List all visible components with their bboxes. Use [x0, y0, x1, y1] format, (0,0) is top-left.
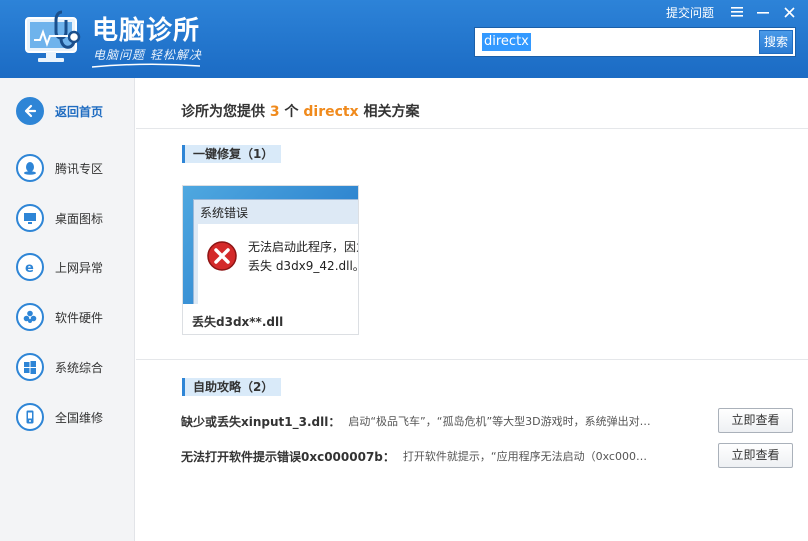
- view-now-button[interactable]: 立即查看: [718, 408, 793, 433]
- sidebar-item-software-hardware[interactable]: 软件硬件: [16, 302, 131, 332]
- windows-icon: [16, 353, 44, 381]
- back-arrow-icon: [16, 97, 44, 125]
- sidebar-item-label: 腾讯专区: [55, 161, 104, 176]
- guide-title: 无法打开软件提示错误0xc000007b：: [181, 449, 395, 464]
- result-count: 3: [269, 104, 280, 120]
- sidebar-item-network[interactable]: e 上网异常: [16, 252, 131, 282]
- sidebar-item-label: 返回首页: [55, 104, 104, 119]
- search-button[interactable]: 搜索: [759, 30, 793, 54]
- dialog-body: 无法启动此程序，因为 丢失 d3dx9_42.dll。: [198, 224, 358, 304]
- error-screenshot-thumbnail: 系统错误 无法启动此程序，因为 丢失 d3dx9_42.dll。: [183, 186, 358, 304]
- dialog-message-line1: 无法启动此程序，因为: [248, 240, 358, 254]
- phone-icon: [16, 403, 44, 431]
- guides-section-label: 自助攻略（2）: [182, 378, 282, 396]
- app-logo-icon: [22, 10, 84, 66]
- sidebar-item-desktop[interactable]: 桌面图标: [16, 203, 131, 233]
- puzzle-icon: [16, 303, 44, 331]
- divider: [136, 128, 808, 129]
- result-keyword: directx: [303, 104, 359, 120]
- error-icon: [207, 241, 237, 271]
- dialog-message-line2: 丢失 d3dx9_42.dll。: [248, 259, 358, 273]
- sidebar-item-label: 桌面图标: [55, 211, 104, 226]
- quick-fix-card[interactable]: 系统错误 无法启动此程序，因为 丢失 d3dx9_42.dll。 丢失d3dx*…: [182, 185, 359, 335]
- close-icon[interactable]: [780, 3, 798, 21]
- sidebar-item-label: 软件硬件: [55, 310, 104, 325]
- sidebar-item-repair[interactable]: 全国维修: [16, 402, 131, 432]
- sidebar-item-label: 上网异常: [55, 260, 104, 275]
- sidebar: 返回首页 腾讯专区 桌面图标 e 上网异常 软件硬件 系统综合 全国维修: [0, 78, 135, 541]
- ie-browser-icon: e: [16, 253, 44, 281]
- sidebar-item-system[interactable]: 系统综合: [16, 352, 131, 382]
- sidebar-item-tencent[interactable]: 腾讯专区: [16, 153, 131, 183]
- sidebar-item-label: 系统综合: [55, 360, 104, 375]
- feedback-link[interactable]: 提交问题: [666, 4, 714, 21]
- qq-penguin-icon: [16, 154, 44, 182]
- quick-fix-section-label: 一键修复（1）: [182, 145, 282, 163]
- logo-swoosh: [92, 63, 200, 68]
- guide-item: 缺少或丢失xinput1_3.dll： 启动“极品飞车”，“孤岛危机”等大型3D…: [181, 408, 793, 434]
- guide-title: 缺少或丢失xinput1_3.dll：: [181, 414, 341, 429]
- window-controls: 提交问题: [666, 3, 798, 21]
- dialog-title: 系统错误: [200, 206, 249, 220]
- main-content: 诊所为您提供 3 个 directx 相关方案 一键修复（1） 系统错误 无法启…: [136, 78, 808, 541]
- result-heading: 诊所为您提供 3 个 directx 相关方案: [181, 101, 420, 121]
- result-prefix: 诊所为您提供: [181, 104, 265, 120]
- result-suffix: 相关方案: [363, 104, 420, 120]
- minimize-icon[interactable]: [754, 3, 772, 21]
- app-header: 电脑诊所 电脑问题 轻松解决 提交问题 directx 搜索: [0, 0, 808, 78]
- error-dialog-preview: 系统错误 无法启动此程序，因为 丢失 d3dx9_42.dll。: [193, 199, 358, 304]
- app-subtitle: 电脑问题 轻松解决: [93, 48, 202, 62]
- menu-icon[interactable]: [728, 3, 746, 21]
- result-middle: 个: [284, 104, 299, 120]
- svg-text:e: e: [25, 261, 34, 275]
- divider: [136, 359, 808, 360]
- sidebar-item-label: 全国维修: [55, 410, 104, 425]
- search-input[interactable]: [478, 32, 758, 52]
- guide-item: 无法打开软件提示错误0xc000007b： 打开软件就提示，“应用程序无法启动（…: [181, 443, 793, 469]
- app-title: 电脑诊所: [92, 16, 201, 46]
- sidebar-item-home[interactable]: 返回首页: [16, 96, 131, 126]
- monitor-icon: [16, 204, 44, 232]
- search-box: directx 搜索: [474, 27, 796, 57]
- card-caption: 丢失d3dx**.dll: [192, 315, 284, 329]
- view-now-button[interactable]: 立即查看: [718, 443, 793, 468]
